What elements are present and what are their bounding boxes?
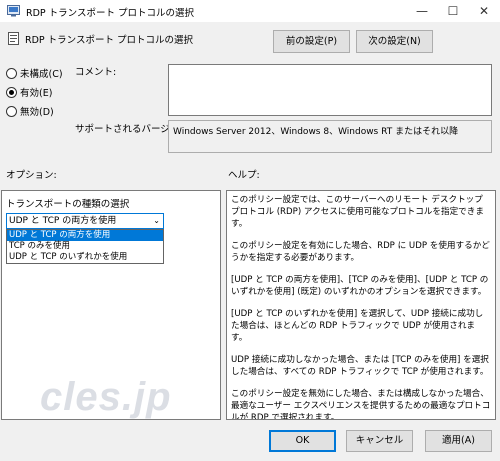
next-setting-button[interactable]: 次の設定(N) — [356, 30, 433, 53]
policy-icon — [7, 5, 20, 17]
help-label: ヘルプ: — [228, 170, 260, 181]
help-paragraph: このポリシー設定では、このサーバーへのリモート デスクトップ プロトコル (RD… — [231, 195, 484, 229]
options-label: オプション: — [6, 170, 57, 181]
policy-setting-icon — [8, 32, 19, 45]
apply-button[interactable]: 適用(A) — [425, 430, 492, 452]
help-paragraph: このポリシー設定を無効にした場合、または構成しなかった場合、最適なユーザー エク… — [231, 389, 491, 420]
previous-setting-button[interactable]: 前の設定(P) — [273, 30, 350, 53]
transport-type-selected-value: UDP と TCP の両方を使用 — [9, 216, 117, 226]
help-paragraph: [UDP と TCP の両方を使用]、[TCP のみを使用]、[UDP と TC… — [231, 275, 489, 297]
radio-disabled-circle[interactable] — [6, 105, 17, 117]
help-paragraph: [UDP と TCP のいずれかを使用] を選択して、UDP 接続に成功した場合… — [231, 309, 484, 343]
close-button[interactable]: ✕ — [468, 0, 500, 22]
maximize-button[interactable]: ☐ — [437, 0, 469, 22]
supported-on-field: Windows Server 2012、Windows 8、Windows RT… — [168, 120, 492, 153]
minimize-button[interactable]: — — [406, 0, 438, 22]
help-paragraph: UDP 接続に成功しなかった場合、または [TCP のみを使用] を選択した場合… — [231, 355, 489, 377]
ok-button[interactable]: OK — [269, 430, 336, 452]
help-text-panel: このポリシー設定では、このサーバーへのリモート デスクトップ プロトコル (RD… — [226, 190, 496, 420]
radio-enabled-label: 有効(E) — [20, 88, 53, 99]
window-title: RDP トランスポート プロトコルの選択 — [26, 8, 194, 19]
comment-field[interactable] — [168, 64, 492, 116]
radio-disabled[interactable]: 無効(D) — [6, 104, 54, 118]
radio-unconfigured-circle[interactable] — [6, 67, 17, 79]
help-paragraph: このポリシー設定を有効にした場合、RDP に UDP を使用するかどうかを指定す… — [231, 241, 490, 263]
radio-unconfigured[interactable]: 未構成(C) — [6, 66, 63, 80]
dropdown-option-udp-or-tcp[interactable]: UDP と TCP のいずれかを使用 — [7, 252, 163, 263]
radio-enabled[interactable]: 有効(E) — [6, 85, 52, 99]
policy-title: RDP トランスポート プロトコルの選択 — [25, 35, 193, 46]
transport-type-dropdown-list: UDP と TCP の両方を使用 TCP のみを使用 UDP と TCP のいず… — [6, 229, 164, 264]
radio-enabled-circle[interactable] — [6, 86, 17, 98]
dropdown-option-udp-and-tcp[interactable]: UDP と TCP の両方を使用 — [7, 230, 163, 241]
chevron-down-icon[interactable]: ⌄ — [153, 214, 160, 228]
transport-type-label: トランスポートの種類の選択 — [6, 199, 130, 210]
cancel-button[interactable]: キャンセル — [346, 430, 413, 452]
transport-type-select[interactable]: UDP と TCP の両方を使用 ⌄ — [6, 213, 164, 229]
radio-unconfigured-label: 未構成(C) — [20, 69, 63, 80]
radio-disabled-label: 無効(D) — [20, 107, 54, 118]
comment-label: コメント: — [75, 67, 117, 78]
watermark-text: cles.jp — [40, 375, 172, 419]
dropdown-option-tcp-only[interactable]: TCP のみを使用 — [7, 241, 163, 252]
